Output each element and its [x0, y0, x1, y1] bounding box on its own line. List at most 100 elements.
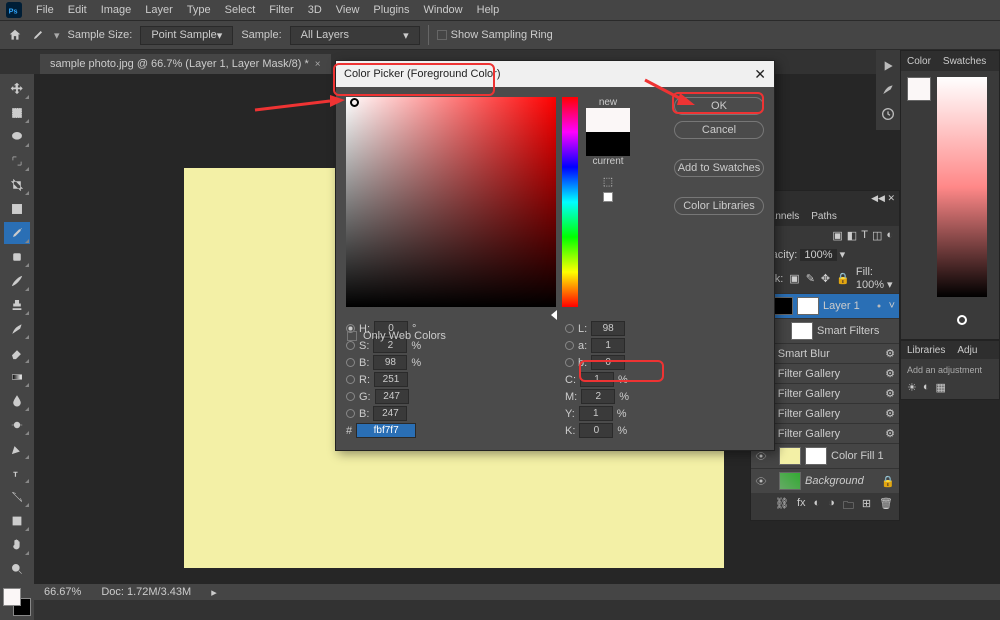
adjustments-panel: LibrariesAdju Add an adjustment ☀◐▦	[900, 340, 1000, 400]
crop-tool[interactable]	[4, 174, 30, 196]
svg-text:Ps: Ps	[9, 6, 18, 15]
bc-field[interactable]: B:	[346, 406, 545, 421]
blur-tool[interactable]	[4, 390, 30, 412]
sample-select[interactable]: All Layers▾	[290, 26, 420, 45]
menu-filter[interactable]: Filter	[263, 2, 299, 18]
c-field[interactable]: C:%	[565, 372, 764, 387]
play-icon[interactable]	[880, 58, 896, 74]
menu-layer[interactable]: Layer	[139, 2, 179, 18]
layer-row[interactable]: Background🔒	[751, 468, 899, 493]
g-field[interactable]: G:	[346, 389, 545, 404]
eyedropper-icon	[30, 27, 46, 43]
tab-adjustments[interactable]: Adju	[951, 343, 983, 358]
a-field[interactable]: a:	[565, 338, 764, 353]
menu-view[interactable]: View	[330, 2, 366, 18]
menu-window[interactable]: Window	[418, 2, 469, 18]
history-icon[interactable]	[880, 106, 896, 122]
fill-value[interactable]: 100%	[856, 279, 884, 291]
type-tool[interactable]: T	[4, 462, 30, 484]
bv-field[interactable]: B:%	[346, 355, 545, 370]
add-swatches-button[interactable]: Add to Swatches	[674, 159, 764, 177]
dialog-titlebar[interactable]: Color Picker (Foreground Color) ✕	[336, 61, 774, 87]
show-ring-checkbox[interactable]: Show Sampling Ring	[437, 29, 553, 41]
color-picker-cursor[interactable]	[350, 98, 359, 107]
sample-size-label: Sample Size:	[68, 29, 133, 41]
y-field[interactable]: Y:%	[565, 406, 764, 421]
new-layer-icon[interactable]: ⊞	[862, 497, 871, 516]
tab-libraries[interactable]: Libraries	[901, 343, 951, 358]
close-icon[interactable]: ✕	[754, 66, 766, 83]
saturation-value-field[interactable]	[346, 97, 556, 307]
frame-tool[interactable]	[4, 198, 30, 220]
b-field[interactable]: b:	[565, 355, 764, 370]
folder-icon[interactable]: 🗀	[843, 497, 854, 516]
dodge-tool[interactable]	[4, 414, 30, 436]
l-field[interactable]: L:	[565, 321, 764, 336]
r-field[interactable]: R:	[346, 372, 545, 387]
cube-icon[interactable]: ⬚	[603, 175, 613, 188]
menu-file[interactable]: File	[30, 2, 60, 18]
tab-paths[interactable]: Paths	[805, 209, 843, 224]
hue-pointer[interactable]	[551, 310, 557, 320]
history-brush-tool[interactable]	[4, 318, 30, 340]
color-spectrum[interactable]	[937, 77, 987, 297]
color-ring[interactable]	[957, 315, 967, 325]
tab-swatches[interactable]: Swatches	[937, 54, 992, 69]
shape-tool[interactable]	[4, 510, 30, 532]
fx-icon[interactable]: fx	[797, 497, 806, 516]
app-logo: Ps	[6, 2, 22, 18]
k-field[interactable]: K:%	[565, 423, 764, 438]
color-swatches[interactable]	[3, 588, 31, 616]
brush-tool[interactable]	[4, 270, 30, 292]
hand-tool[interactable]	[4, 534, 30, 556]
zoom-tool[interactable]	[4, 558, 30, 580]
gradient-tool[interactable]	[4, 366, 30, 388]
link-icon[interactable]: ⛓	[775, 497, 789, 516]
color-swatch[interactable]	[907, 77, 931, 101]
stamp-tool[interactable]	[4, 294, 30, 316]
dialog-title: Color Picker (Foreground Color)	[344, 68, 501, 80]
adjustment-icon[interactable]: ◑	[828, 497, 835, 516]
opacity-value[interactable]: 100%	[800, 249, 836, 261]
healing-tool[interactable]	[4, 246, 30, 268]
document-tab[interactable]: sample photo.jpg @ 66.7% (Layer 1, Layer…	[40, 54, 331, 74]
zoom-level[interactable]: 66.67%	[44, 586, 81, 598]
menu-3d[interactable]: 3D	[302, 2, 328, 18]
m-field[interactable]: M:%	[565, 389, 764, 404]
mask-icon[interactable]: ◐	[814, 497, 821, 516]
close-icon[interactable]: ×	[315, 59, 321, 70]
menu-help[interactable]: Help	[471, 2, 506, 18]
eyedropper-tool[interactable]	[4, 222, 30, 244]
toolbox: T	[0, 74, 34, 620]
menu-type[interactable]: Type	[181, 2, 217, 18]
menu-image[interactable]: Image	[95, 2, 138, 18]
only-web-colors-checkbox[interactable]: Only Web Colors	[347, 330, 446, 342]
collapse-icon[interactable]: ◀◀ ✕	[871, 193, 895, 204]
trash-icon[interactable]: 🗑	[879, 497, 893, 516]
pen-tool[interactable]	[4, 438, 30, 460]
websafe-swatch[interactable]	[603, 192, 613, 202]
selection-tool[interactable]	[4, 150, 30, 172]
hex-field[interactable]: #	[346, 423, 545, 438]
path-tool[interactable]	[4, 486, 30, 508]
tab-color[interactable]: Color	[901, 54, 937, 69]
menu-select[interactable]: Select	[219, 2, 262, 18]
sample-size-select[interactable]: Point Sample▾	[140, 26, 233, 45]
current-color-swatch[interactable]	[586, 132, 630, 156]
menu-edit[interactable]: Edit	[62, 2, 93, 18]
home-icon[interactable]	[8, 28, 22, 42]
menu-plugins[interactable]: Plugins	[367, 2, 415, 18]
menubar: Ps File Edit Image Layer Type Select Fil…	[0, 0, 1000, 20]
move-tool[interactable]	[4, 78, 30, 100]
color-libraries-button[interactable]: Color Libraries	[674, 197, 764, 215]
hue-slider[interactable]	[562, 97, 578, 307]
ok-button[interactable]: OK	[674, 97, 764, 115]
filter-icon[interactable]: ▣	[832, 229, 842, 242]
eraser-tool[interactable]	[4, 342, 30, 364]
color-picker-dialog: Color Picker (Foreground Color) ✕ new cu…	[335, 60, 775, 451]
lasso-tool[interactable]	[4, 126, 30, 148]
options-bar: ▾ Sample Size: Point Sample▾ Sample: All…	[0, 20, 1000, 50]
cancel-button[interactable]: Cancel	[674, 121, 764, 139]
brush-preset-icon[interactable]	[880, 82, 896, 98]
marquee-tool[interactable]	[4, 102, 30, 124]
